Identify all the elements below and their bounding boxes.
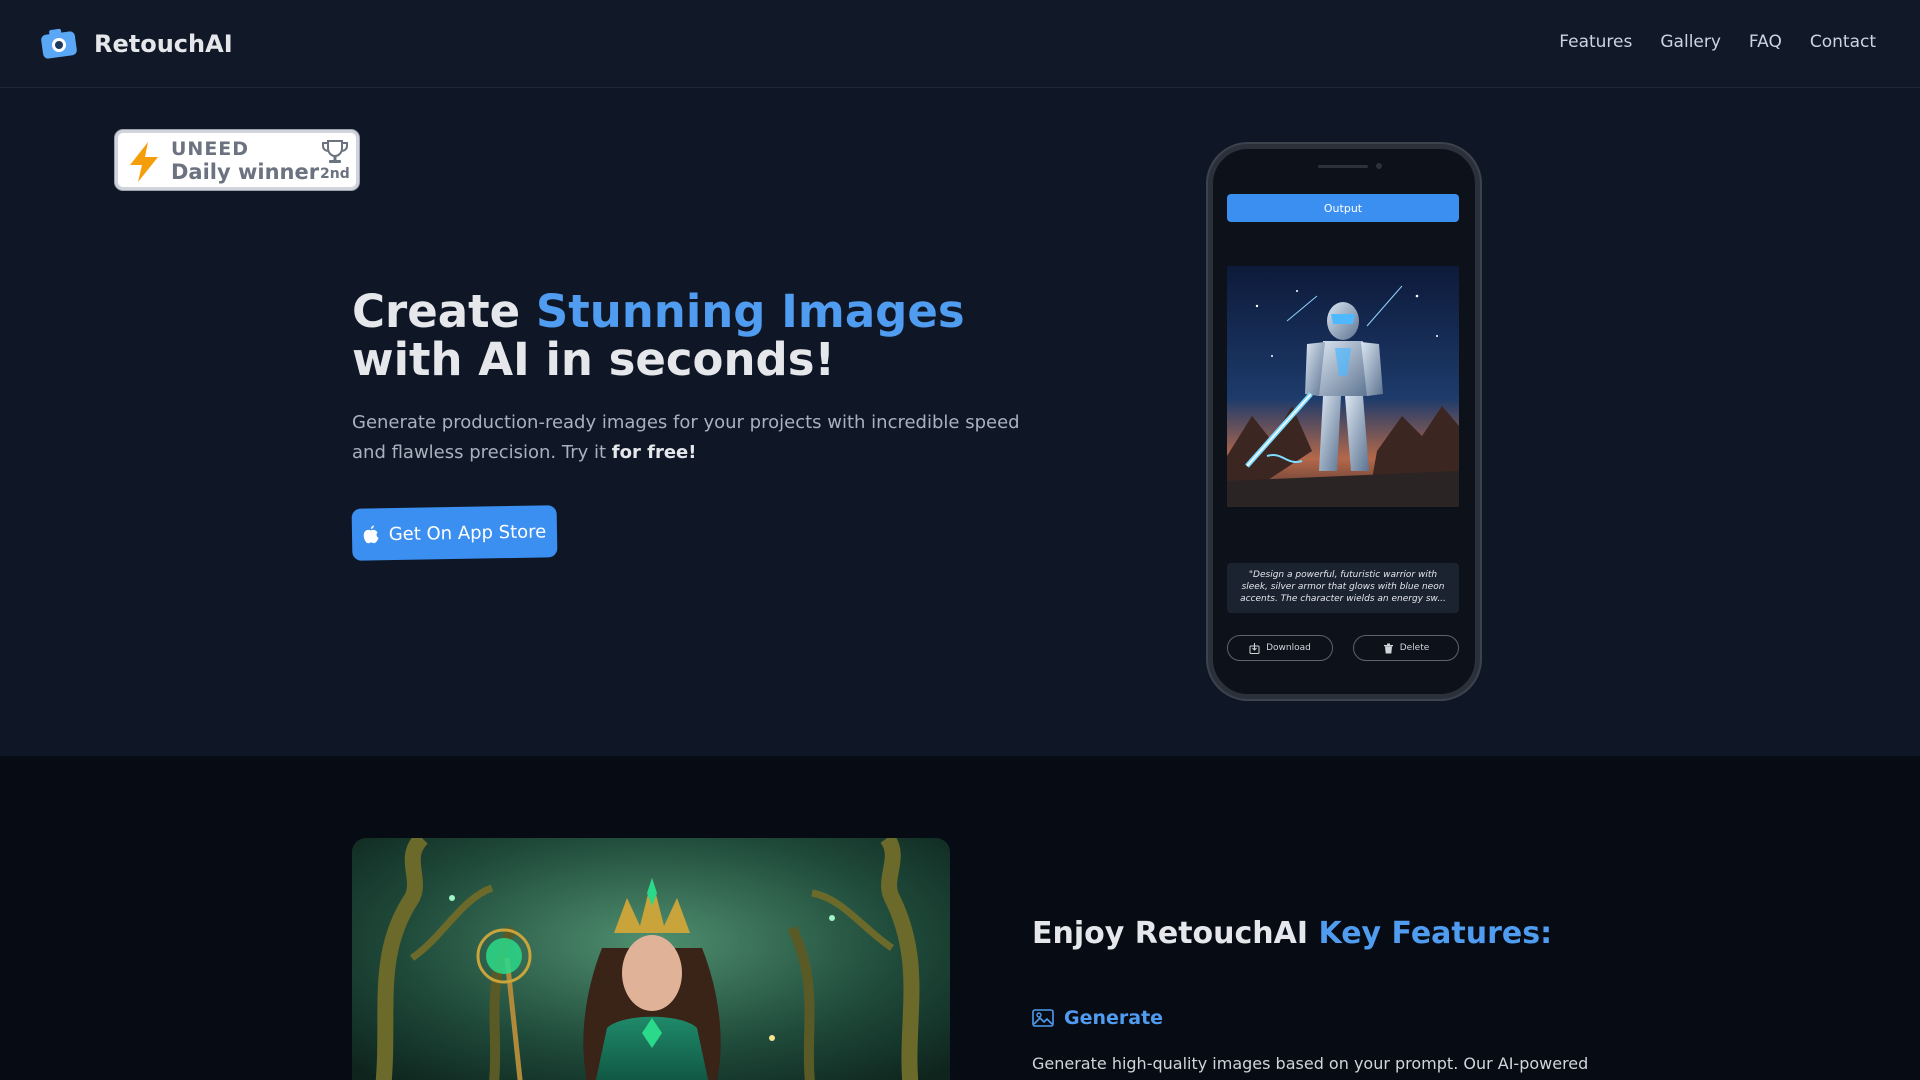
brand-link[interactable]: RetouchAI [40, 26, 233, 62]
hero-title-post: with AI in seconds! [352, 333, 836, 386]
feature-generate: Generate [1032, 1007, 1163, 1029]
lightning-icon [130, 142, 158, 182]
phone-speaker [1318, 165, 1368, 168]
badge-brand: UNEED [171, 138, 250, 160]
badge-rank: 2nd [320, 166, 350, 182]
features-title-pre: Enjoy RetouchAI [1032, 916, 1319, 951]
warrior-illustration [1227, 266, 1459, 507]
delete-label: Delete [1399, 643, 1430, 653]
nav-links: Features Gallery FAQ Contact [1559, 32, 1876, 52]
trophy-icon [322, 140, 348, 163]
hero-subtitle-bold: for free! [611, 442, 697, 463]
trash-icon [1383, 643, 1393, 653]
forest-queen-image [352, 838, 950, 1080]
nav-link-contact[interactable]: Contact [1810, 32, 1876, 52]
hero-title-accent: Stunning Images [535, 285, 965, 338]
nav-link-gallery[interactable]: Gallery [1660, 32, 1721, 52]
hero-title: Create Stunning Images with AI in second… [352, 288, 1052, 384]
forest-queen-illustration [352, 838, 950, 1080]
nav-link-faq[interactable]: FAQ [1749, 32, 1782, 52]
badge-title: Daily winner [171, 160, 320, 184]
delete-button[interactable]: Delete [1353, 635, 1459, 661]
prompt-text: "Design a powerful, futuristic warrior w… [1227, 563, 1459, 613]
hero-section: UNEED Daily winner 2nd Create Stunning I… [0, 89, 1920, 756]
phone-mockup: Output "Design a powerful, futuristic wa… [1208, 144, 1480, 699]
image-icon [1032, 1009, 1054, 1027]
brand-name: RetouchAI [94, 30, 233, 58]
hero-title-pre: Create [352, 285, 536, 338]
download-label: Download [1266, 643, 1311, 653]
get-on-app-store-button[interactable]: Get On App Store [351, 505, 558, 561]
feature-generate-title: Generate [1064, 1007, 1164, 1029]
download-button[interactable]: Download [1227, 635, 1333, 661]
apple-icon [363, 525, 379, 544]
camera-logo-icon [41, 28, 77, 59]
features-section: Enjoy RetouchAI Key Features: Generate G… [0, 756, 1920, 1080]
hero-subtitle: Generate production-ready images for you… [352, 408, 1032, 468]
cta-label: Get On App Store [388, 520, 547, 545]
nav-link-features[interactable]: Features [1559, 32, 1632, 52]
feature-generate-description: Generate high-quality images based on yo… [1032, 1054, 1589, 1073]
top-navbar: RetouchAI Features Gallery FAQ Contact [0, 0, 1920, 88]
features-title-accent: Key Features: [1318, 916, 1553, 951]
download-icon [1249, 642, 1260, 654]
phone-camera [1376, 163, 1382, 169]
output-tab[interactable]: Output [1227, 194, 1459, 222]
uneed-daily-winner-badge[interactable]: UNEED Daily winner 2nd [115, 130, 359, 190]
features-title: Enjoy RetouchAI Key Features: [1032, 916, 1552, 951]
generated-warrior-image [1227, 266, 1459, 507]
